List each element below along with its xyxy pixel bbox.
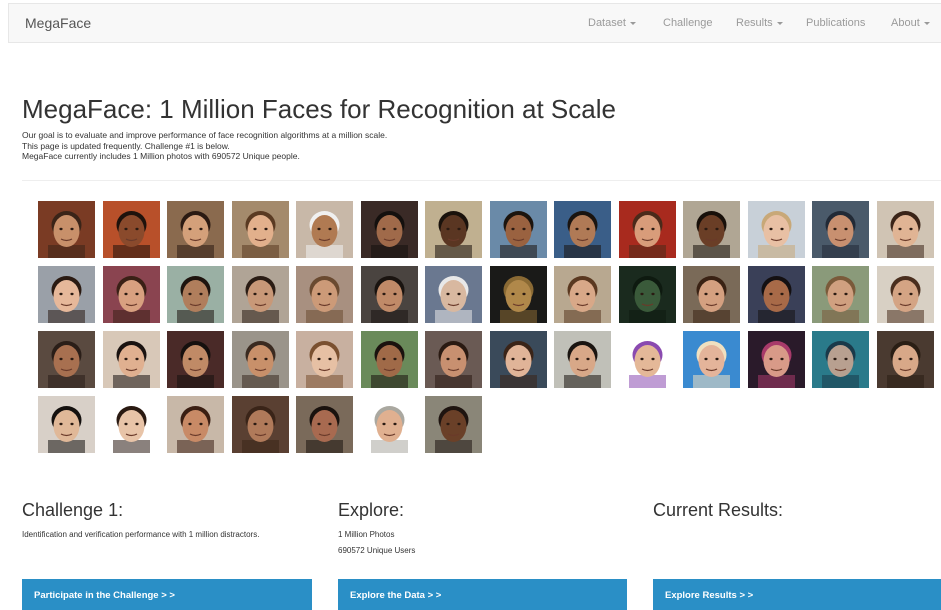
face-thumbnail xyxy=(296,266,353,323)
nav-challenge-label: Challenge xyxy=(663,17,713,29)
nav-results-label: Results xyxy=(736,17,773,29)
face-thumbnail xyxy=(489,266,547,323)
challenge-desc: Identification and verification performa… xyxy=(22,530,260,539)
face-thumbnail xyxy=(876,201,934,258)
caret-down-icon xyxy=(923,21,930,25)
face-thumbnail xyxy=(618,266,676,323)
face-thumbnail xyxy=(425,331,482,388)
face-thumbnail xyxy=(747,266,805,323)
intro-line-updated: This page is updated frequently. Challen… xyxy=(22,140,230,151)
caret-down-icon xyxy=(776,21,783,25)
face-thumbnail xyxy=(360,266,418,323)
face-thumbnail xyxy=(876,331,934,388)
face-thumbnail xyxy=(231,201,289,258)
face-thumbnail xyxy=(102,396,160,453)
face-thumbnail xyxy=(296,396,353,453)
nav-dataset[interactable]: Dataset xyxy=(588,17,636,29)
face-thumbnail xyxy=(618,201,676,258)
nav-about-label: About xyxy=(891,17,920,29)
face-thumbnail xyxy=(747,331,805,388)
brand-link[interactable]: MegaFace xyxy=(25,15,91,31)
caret-down-icon xyxy=(629,21,636,25)
challenge-title: Challenge 1: xyxy=(22,500,124,520)
face-thumbnail xyxy=(38,201,95,258)
face-thumbnail xyxy=(425,396,482,453)
navbar: MegaFace Dataset Challenge Results Publi… xyxy=(8,3,941,43)
face-thumbnail xyxy=(876,266,934,323)
face-thumbnail xyxy=(360,201,418,258)
nav-challenge[interactable]: Challenge xyxy=(663,17,713,29)
face-thumbnail xyxy=(489,201,547,258)
face-thumbnail xyxy=(554,201,611,258)
face-thumbnail xyxy=(167,396,224,453)
face-thumbnail xyxy=(683,201,740,258)
face-thumbnail xyxy=(489,331,547,388)
face-thumbnail xyxy=(38,331,95,388)
face-thumbnail xyxy=(425,266,482,323)
explore-section: Explore: 1 Million Photos 690572 Unique … xyxy=(338,500,628,555)
face-thumbnail xyxy=(102,331,160,388)
nav-about[interactable]: About xyxy=(891,17,930,29)
explore-results-button[interactable]: Explore Results > > xyxy=(653,579,941,610)
explore-title: Explore: xyxy=(338,500,405,520)
face-thumbnail xyxy=(38,266,95,323)
face-thumbnail xyxy=(554,331,611,388)
nav-dataset-label: Dataset xyxy=(588,17,626,29)
face-thumbnail xyxy=(812,266,869,323)
face-thumbnail xyxy=(554,266,611,323)
face-thumbnail xyxy=(102,201,160,258)
nav-publications-label: Publications xyxy=(806,17,866,29)
face-thumbnail xyxy=(683,266,740,323)
face-thumbnail xyxy=(231,396,289,453)
face-thumbnail xyxy=(425,201,482,258)
nav-publications[interactable]: Publications xyxy=(806,17,865,29)
explore-line-photos: 1 Million Photos xyxy=(338,530,395,539)
face-thumbnail xyxy=(683,331,740,388)
face-thumbnail xyxy=(167,266,224,323)
face-thumbnail xyxy=(296,331,353,388)
face-thumbnail xyxy=(167,331,224,388)
face-thumbnail xyxy=(618,331,676,388)
face-thumbnail xyxy=(167,201,224,258)
intro-line-count: MegaFace currently includes 1 Million ph… xyxy=(22,151,300,161)
divider xyxy=(22,180,941,181)
face-gallery xyxy=(38,201,941,463)
face-thumbnail xyxy=(747,201,805,258)
face-thumbnail xyxy=(360,396,418,453)
intro-text: Our goal is to evaluate and improve perf… xyxy=(22,130,387,162)
face-thumbnail xyxy=(296,201,353,258)
explore-data-button[interactable]: Explore the Data > > xyxy=(338,579,627,610)
nav-results[interactable]: Results xyxy=(736,17,783,29)
results-title: Current Results: xyxy=(653,500,784,520)
explore-line-users: 690572 Unique Users xyxy=(338,546,416,555)
face-thumbnail xyxy=(102,266,160,323)
intro-line-goal: Our goal is to evaluate and improve perf… xyxy=(22,130,388,140)
results-section: Current Results: xyxy=(653,500,941,521)
face-thumbnail xyxy=(231,331,289,388)
challenge-section: Challenge 1: Identification and verifica… xyxy=(22,500,312,540)
page-title: MegaFace: 1 Million Faces for Recognitio… xyxy=(22,94,616,124)
face-thumbnail xyxy=(812,331,869,388)
face-thumbnail xyxy=(231,266,289,323)
face-thumbnail xyxy=(38,396,95,453)
face-thumbnail xyxy=(812,201,869,258)
participate-button[interactable]: Participate in the Challenge > > xyxy=(22,579,312,610)
face-thumbnail xyxy=(360,331,418,388)
